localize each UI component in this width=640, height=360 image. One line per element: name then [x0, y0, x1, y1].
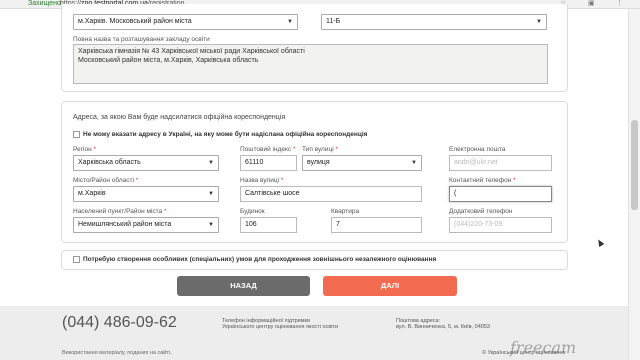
contact-phone-input[interactable]: ( [449, 186, 552, 202]
street-type-label-text: Тип вулиці [302, 146, 334, 153]
district-label-text: Місто/Район області [73, 177, 134, 184]
region-label: Регіон * [73, 146, 96, 154]
watermark-logo: freecam [510, 338, 577, 357]
special-conditions-checkbox-label: Потребую створення особливих (спеціальни… [83, 256, 437, 263]
chevron-down-icon: ▼ [411, 160, 417, 166]
extension-icon[interactable]: ▣ [588, 0, 595, 8]
required-mark: * [280, 177, 284, 184]
footer-copyright: Використання матеріалу, поданих на сайті… [62, 350, 172, 356]
settlement-select[interactable]: Немишлянський район міста ▼ [73, 217, 219, 233]
required-mark: * [163, 208, 167, 215]
settlement-label: Населений пункт/Район міста * [73, 208, 166, 216]
email-label: Електронна пошта [449, 146, 506, 153]
email-input[interactable]: andri@ukr.net [449, 155, 552, 171]
extra-phone-input[interactable]: (044)220-73-09 [449, 217, 552, 233]
apartment-label: Квартира [331, 208, 360, 215]
region-select[interactable]: Харківська область ▼ [73, 155, 219, 171]
postcode-label: Поштовий індекс * [240, 146, 296, 154]
street-name-label: Назва вулиці * [240, 177, 283, 185]
required-mark: * [513, 177, 516, 184]
school-full-name-label: Повна назва та розташування закладу осві… [73, 36, 210, 43]
building-label: Будинок [240, 208, 265, 215]
postcode-label-text: Поштовий індекс [240, 146, 292, 153]
required-mark: * [93, 146, 97, 153]
registration-page: Захищено https://zno.testportal.com.ua/r… [0, 0, 640, 360]
region-label-text: Регіон [73, 146, 92, 153]
settlement-value: Немишлянський район міста [78, 221, 172, 228]
district-value: м.Харків [78, 190, 106, 197]
school-city-value: м.Харків. Московський район міста [78, 18, 192, 25]
district-label: Місто/Район області * [73, 177, 138, 185]
street-type-label: Тип вулиці * [302, 146, 338, 154]
school-full-name-field: Харківська гімназія № 43 Харківської міс… [73, 44, 548, 84]
chevron-down-icon: ▼ [287, 19, 293, 25]
building-input[interactable]: 106 [240, 217, 297, 233]
postcode-input[interactable]: 61110 [240, 155, 297, 171]
contact-phone-label-text: Контактний телефон [449, 177, 512, 184]
footer-info-line2: Українського центру оцінювання якості ос… [222, 324, 339, 330]
street-name-input[interactable]: Салтівське шосе [240, 186, 422, 202]
back-button[interactable]: НАЗАД [177, 276, 310, 296]
required-mark: * [292, 146, 296, 153]
address-heading: Адреса, за якою Вам буде надсилатися офі… [73, 114, 286, 121]
mouse-cursor-icon [595, 237, 605, 248]
region-value: Харківська область [78, 159, 141, 166]
street-name-label-text: Назва вулиці [240, 177, 280, 184]
extra-phone-label: Додатковий телефон [449, 208, 513, 215]
street-type-value: вулиця [307, 159, 330, 166]
required-mark: * [135, 177, 139, 184]
next-button[interactable]: ДАЛІ [323, 276, 457, 296]
chevron-down-icon: ▼ [208, 222, 214, 228]
footer-phone: (044) 486-09-62 [62, 314, 177, 331]
school-class-select[interactable]: 11-Б ▼ [321, 14, 547, 30]
chevron-down-icon: ▼ [208, 160, 214, 166]
foreign-address-checkbox[interactable] [73, 131, 80, 138]
secure-label: Захищено [28, 0, 61, 7]
foreign-address-checkbox-label: Не можу вказати адресу в Україні, на яку… [83, 131, 368, 138]
district-select[interactable]: м.Харків ▼ [73, 186, 219, 202]
browser-menu-icon[interactable]: ⋮ [616, 0, 623, 8]
chevron-down-icon: ▼ [536, 19, 542, 25]
special-conditions-checkbox[interactable] [73, 256, 80, 263]
contact-phone-label: Контактний телефон * [449, 177, 516, 185]
scrollbar-thumb[interactable] [631, 120, 638, 210]
street-type-select[interactable]: вулиця ▼ [302, 155, 422, 171]
school-full-name-line1: Харківська гімназія № 43 Харківської міс… [78, 48, 305, 55]
apartment-input[interactable]: 7 [331, 217, 422, 233]
footer-address-line2: вул. В. Винниченка, 5, м. Київ, 04053 [396, 324, 490, 330]
school-class-value: 11-Б [326, 18, 341, 25]
school-full-name-line2: Московський район міста, м.Харків, Харкі… [78, 57, 259, 64]
required-mark: * [335, 146, 338, 153]
school-city-select[interactable]: м.Харків. Московський район міста ▼ [73, 14, 298, 30]
settlement-label-text: Населений пункт/Район міста [73, 208, 163, 215]
chevron-down-icon: ▼ [208, 191, 214, 197]
